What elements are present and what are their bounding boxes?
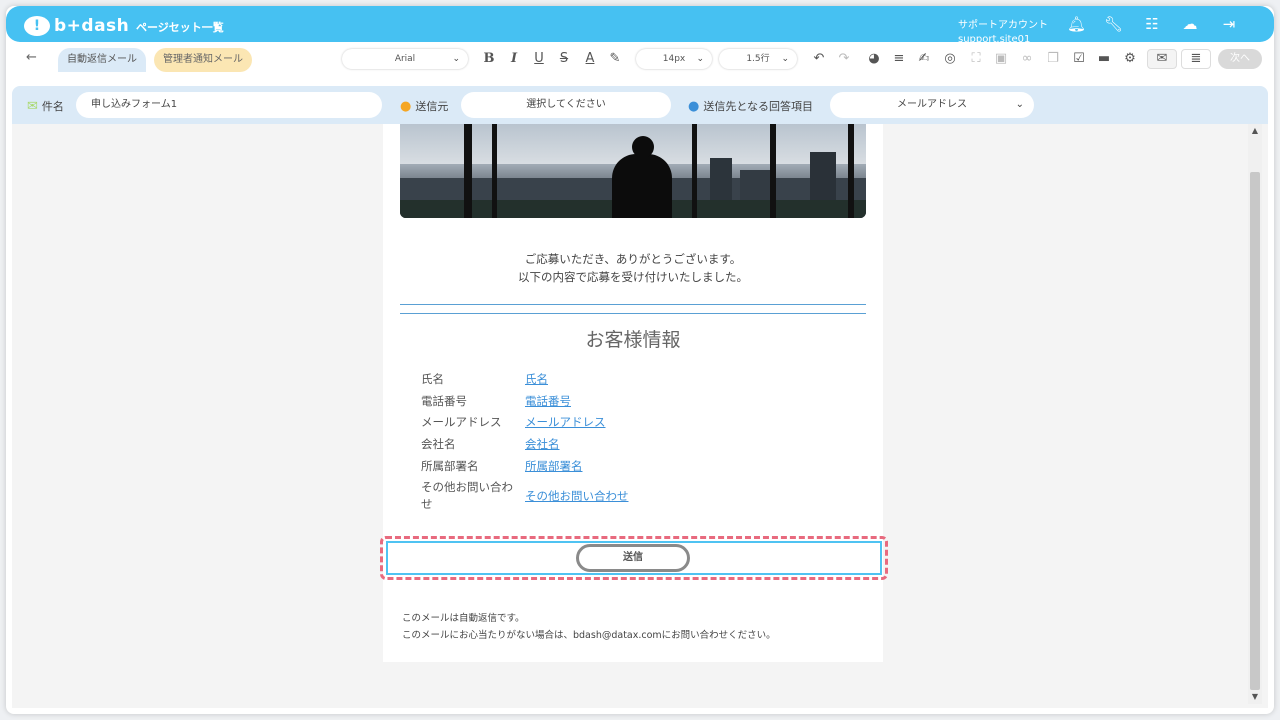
hero-window-frame: [848, 124, 854, 218]
back-arrow-icon[interactable]: ←: [26, 50, 37, 65]
person-icon: ●: [400, 98, 412, 114]
copy-icon[interactable]: ❐: [1044, 50, 1062, 68]
font-family-value: Arial: [394, 54, 416, 64]
support-chat-icon[interactable]: ☁: [1181, 15, 1199, 33]
submit-button[interactable]: 送信: [576, 544, 690, 572]
target-icon[interactable]: ◎: [941, 50, 959, 68]
line-height-value: 1.5行: [746, 54, 770, 64]
row-label-department: 所属部署名: [421, 459, 479, 473]
greeting-line-1[interactable]: ご応募いただき、ありがとうございます。: [383, 251, 883, 267]
row-label-phone: 電話番号: [421, 394, 467, 408]
font-size-select[interactable]: 14px ⌄: [636, 49, 712, 69]
redo-icon[interactable]: ↷: [835, 50, 853, 68]
email-preview: ご応募いただき、ありがとうございます。 以下の内容で応募を受け付けいたしました。…: [383, 124, 883, 662]
palette-icon[interactable]: ◕: [865, 50, 883, 68]
sender-label: ● 送信元: [400, 98, 449, 114]
mail-settings-bar: ✉ 件名 申し込みフォーム1 ● 送信元 選択してください ● 送信先となる回答…: [12, 86, 1268, 124]
pen-icon[interactable]: ✍: [915, 50, 933, 68]
row-value-company[interactable]: 会社名: [525, 436, 560, 452]
logo-text: b+dash: [54, 16, 130, 36]
customer-info-title[interactable]: お客様情報: [383, 325, 883, 352]
strikethrough-icon[interactable]: S: [555, 50, 573, 68]
scroll-thumb[interactable]: [1250, 172, 1260, 690]
scroll-up-icon[interactable]: ▲: [1248, 126, 1262, 135]
grid-apps-icon[interactable]: ☷: [1143, 15, 1161, 33]
tab-auto-reply-mail[interactable]: 自動返信メール: [58, 48, 146, 72]
footer-line-1[interactable]: このメールは自動返信です。: [402, 610, 525, 624]
row-value-department[interactable]: 所属部署名: [525, 458, 583, 474]
row-value-phone[interactable]: 電話番号: [525, 393, 571, 409]
editor-toolbar: ← 自動返信メール 管理者通知メール Arial ⌄ B I U S A ✎ 1…: [6, 44, 1274, 74]
page-set-list-link[interactable]: ページセット一覧: [136, 19, 224, 35]
chevron-down-icon: ⌄: [781, 54, 789, 64]
wrench-icon[interactable]: 🔧︎: [1104, 15, 1123, 33]
text-color-icon[interactable]: A: [581, 50, 599, 68]
divider-top: [400, 304, 866, 305]
hero-image[interactable]: [400, 124, 866, 218]
next-button[interactable]: 次へ: [1218, 49, 1262, 69]
chevron-down-icon: ⌄: [1015, 99, 1024, 110]
sender-select[interactable]: 選択してください: [461, 92, 671, 118]
underline-icon[interactable]: U: [530, 50, 548, 68]
row-label-email: メールアドレス: [421, 415, 502, 429]
account-name: サポートアカウント: [958, 20, 1048, 31]
tab-admin-notification-mail[interactable]: 管理者通知メール: [154, 48, 252, 72]
gear-icon[interactable]: ⚙: [1121, 50, 1139, 68]
scroll-down-icon[interactable]: ▼: [1248, 692, 1262, 701]
undo-icon[interactable]: ↶: [810, 50, 828, 68]
italic-icon[interactable]: I: [505, 50, 523, 68]
account-info[interactable]: サポートアカウント support.site01: [958, 19, 1048, 47]
logout-icon[interactable]: ⇥: [1220, 15, 1238, 33]
bold-icon[interactable]: B: [480, 50, 498, 68]
row-label-name: 氏名: [421, 372, 444, 386]
subject-label: ✉ 件名: [27, 98, 64, 114]
row-label-other-inquiry: その他お問い合わ せ: [421, 480, 513, 511]
recipient-field-select[interactable]: メールアドレス ⌄: [830, 92, 1034, 118]
hero-window-frame: [692, 124, 697, 218]
chevron-down-icon: ⌄: [452, 54, 460, 64]
row-label-company: 会社名: [421, 437, 456, 451]
link-icon[interactable]: ∞: [1018, 50, 1036, 68]
footer-line-2[interactable]: このメールにお心当たりがない場合は、bdash@datax.comにお問い合わせ…: [402, 627, 776, 641]
envelope-icon: ✉: [27, 98, 38, 114]
app-header: ! b+dash ページセット一覧 サポートアカウント support.site…: [6, 6, 1274, 45]
subject-input[interactable]: 申し込みフォーム1: [76, 92, 382, 118]
greeting-line-2[interactable]: 以下の内容で応募を受け付けいたしました。: [383, 269, 883, 285]
align-icon[interactable]: ≡: [890, 50, 908, 68]
person-icon: ●: [688, 98, 700, 114]
line-height-select[interactable]: 1.5行 ⌄: [719, 49, 797, 69]
hero-window-frame: [770, 124, 776, 218]
mail-view-icon[interactable]: ✉: [1147, 49, 1177, 69]
row-value-email[interactable]: メールアドレス: [525, 414, 606, 430]
image-icon[interactable]: ▣: [992, 50, 1010, 68]
row-value-other-inquiry[interactable]: その他お問い合わせ: [525, 488, 629, 504]
layout-rows-icon[interactable]: ▬: [1095, 50, 1113, 68]
hero-window-frame: [492, 124, 497, 218]
vertical-scrollbar[interactable]: ▲ ▼: [1248, 124, 1262, 704]
chevron-down-icon: ⌄: [696, 54, 704, 64]
logo-bubble-icon: !: [24, 16, 50, 36]
fullscreen-icon[interactable]: ⛶: [967, 50, 985, 68]
clipboard-check-icon[interactable]: ☑: [1070, 50, 1088, 68]
hero-window-frame: [464, 124, 472, 218]
brand-logo[interactable]: ! b+dash: [24, 16, 129, 36]
text-view-icon[interactable]: ≣: [1181, 49, 1211, 69]
hero-person-head: [632, 136, 654, 158]
bell-icon[interactable]: 🔔︎: [1067, 15, 1086, 33]
row-value-name[interactable]: 氏名: [525, 371, 548, 387]
font-size-value: 14px: [662, 54, 686, 64]
hero-person-silhouette: [612, 154, 672, 218]
recipient-label: ● 送信先となる回答項目: [688, 98, 814, 114]
highlight-icon[interactable]: ✎: [606, 50, 624, 68]
font-family-select[interactable]: Arial ⌄: [342, 49, 468, 69]
divider-bottom: [400, 313, 866, 314]
